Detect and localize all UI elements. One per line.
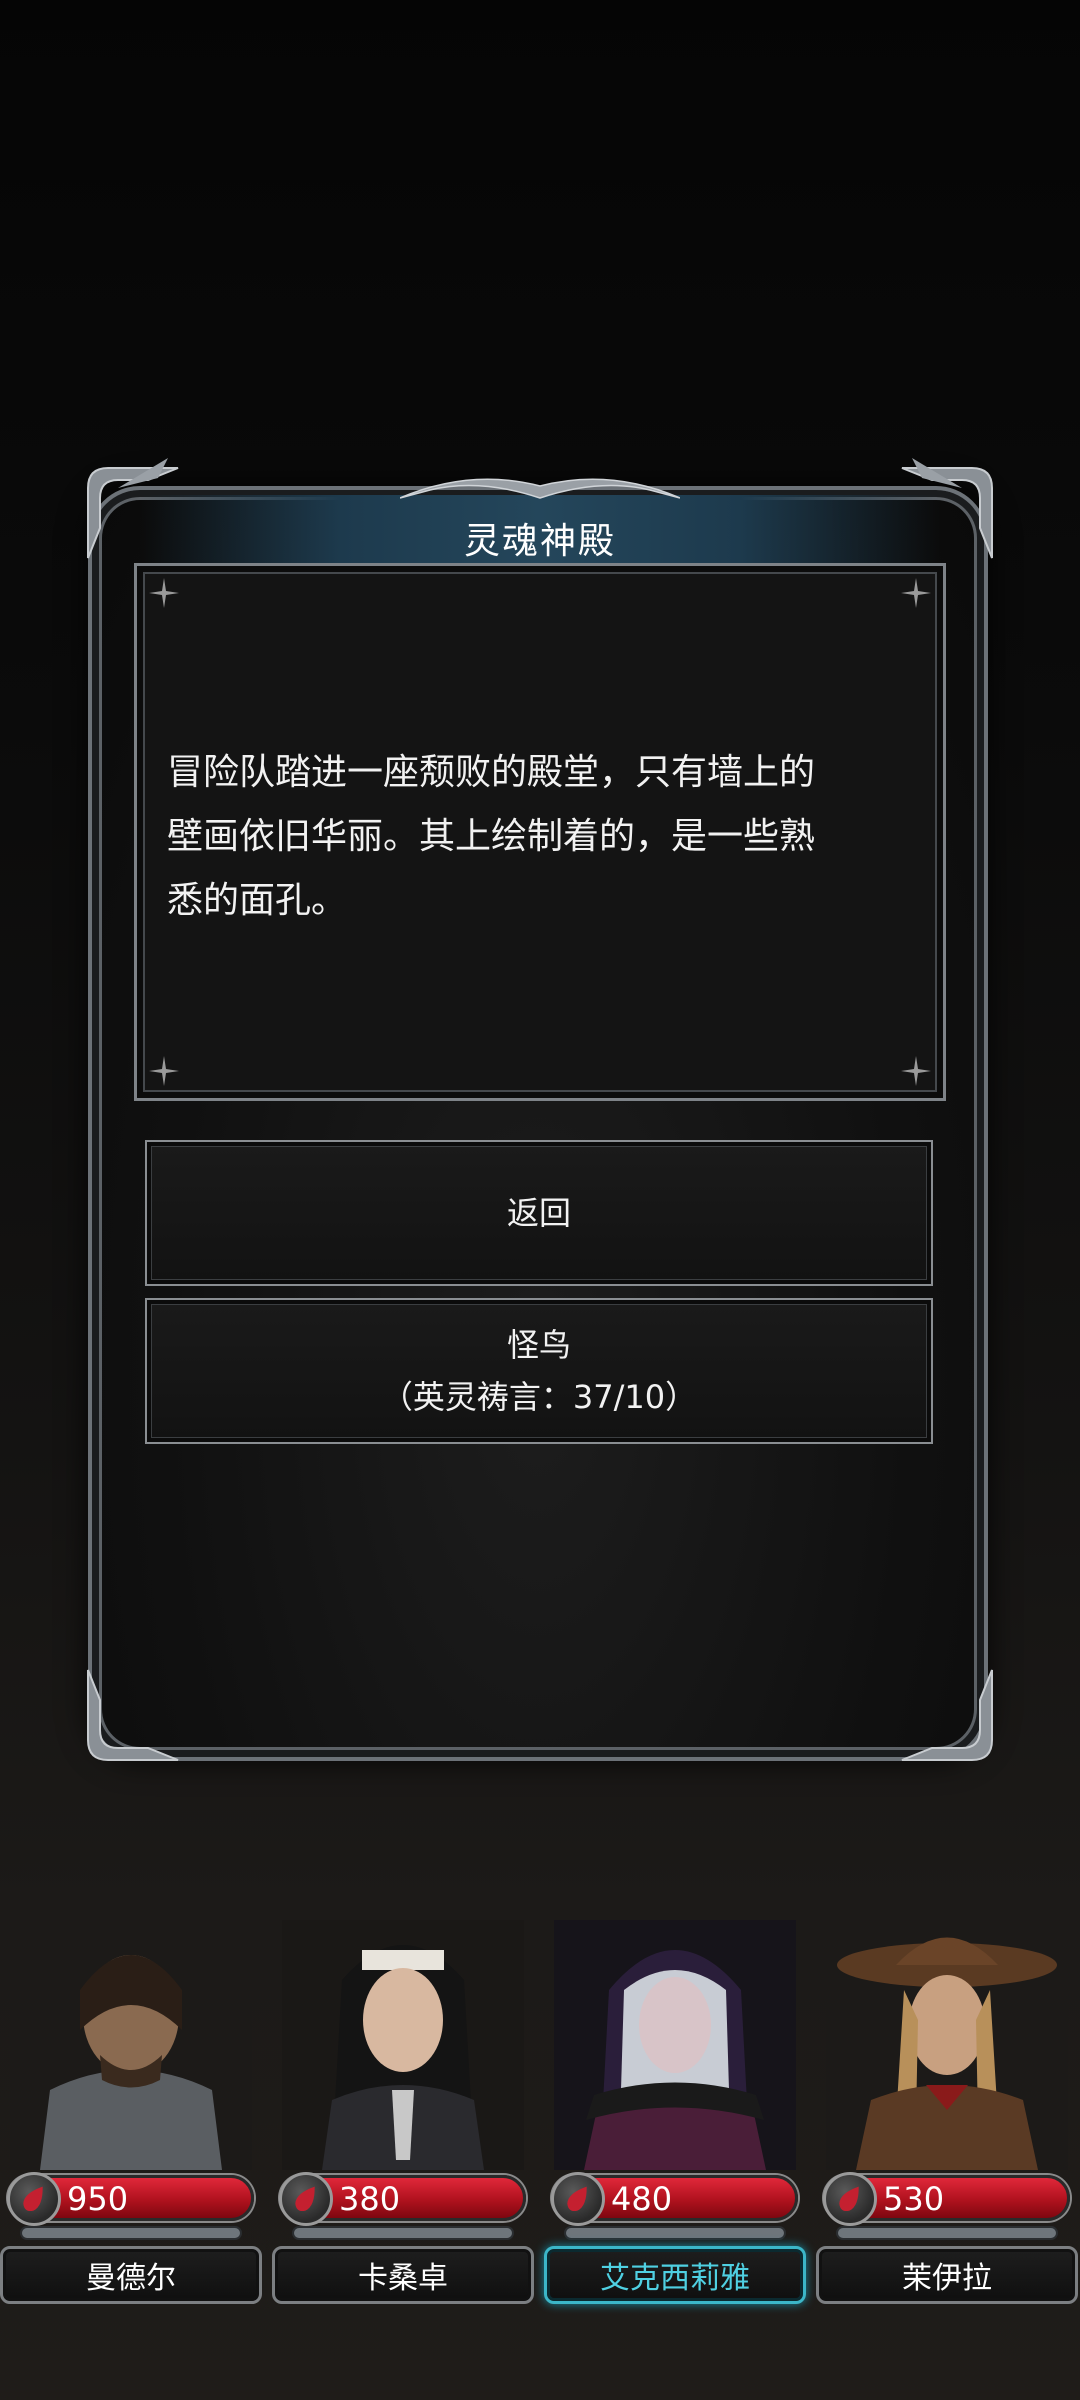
monster-bird-option-button[interactable]: 怪鸟 （英灵祷言：37/10） [145,1298,933,1444]
blood-drop-icon [7,2172,61,2226]
hp-bar: 480 [551,2172,798,2226]
sparkle-icon [149,1056,179,1086]
story-panel: 冒险队踏进一座颓败的殿堂，只有墙上的 壁画依旧华丽。其上绘制着的，是一些熟 悉的… [134,563,946,1101]
story-line: 悉的面孔。 [167,880,348,921]
dialog-title: 灵魂神殿 [463,521,616,562]
hero-portrait [554,1920,796,2170]
hero-portrait [10,1920,252,2170]
party-member-1[interactable]: 950 曼德尔 [0,1920,262,2304]
corner-ornament-bottom-left [78,1660,188,1770]
story-line: 壁画依旧华丽。其上绘制着的，是一些熟 [167,816,816,857]
hero-portrait [826,1920,1068,2170]
blood-drop-icon [551,2172,605,2226]
energy-bar [564,2226,786,2240]
corner-ornament-bottom-right [892,1660,1002,1770]
party-member-3[interactable]: 480 艾克西莉雅 [544,1920,806,2304]
hp-value: 380 [339,2180,401,2218]
hp-bar: 530 [823,2172,1070,2226]
blood-drop-icon [823,2172,877,2226]
title-crest-ornament [399,468,681,508]
hero-name: 曼德尔 [0,2246,262,2304]
hp-value: 530 [883,2180,945,2218]
hero-portrait [282,1920,524,2170]
energy-bar [292,2226,514,2240]
energy-bar [836,2226,1058,2240]
hero-name: 茉伊拉 [816,2246,1078,2304]
hero-name: 卡桑卓 [272,2246,534,2304]
hp-value: 950 [67,2180,129,2218]
hero-name: 艾克西莉雅 [544,2246,806,2304]
hp-bar: 950 [7,2172,254,2226]
story-line: 冒险队踏进一座颓败的殿堂，只有墙上的 [167,752,816,793]
energy-bar [20,2226,242,2240]
party-member-4[interactable]: 530 茉伊拉 [816,1920,1078,2304]
sparkle-icon [901,578,931,608]
story-text: 冒险队踏进一座颓败的殿堂，只有墙上的 壁画依旧华丽。其上绘制着的，是一些熟 悉的… [167,741,919,933]
blood-drop-icon [279,2172,333,2226]
option-label: 怪鸟 [506,1326,571,1364]
sparkle-icon [901,1056,931,1086]
hp-bar: 380 [279,2172,526,2226]
hp-value: 480 [611,2180,673,2218]
option-sub-label: （英灵祷言：37/10） [380,1378,698,1416]
return-button[interactable]: 返回 [145,1140,933,1286]
sparkle-icon [149,578,179,608]
option-label: 返回 [506,1194,571,1232]
party-member-2[interactable]: 380 卡桑卓 [272,1920,534,2304]
